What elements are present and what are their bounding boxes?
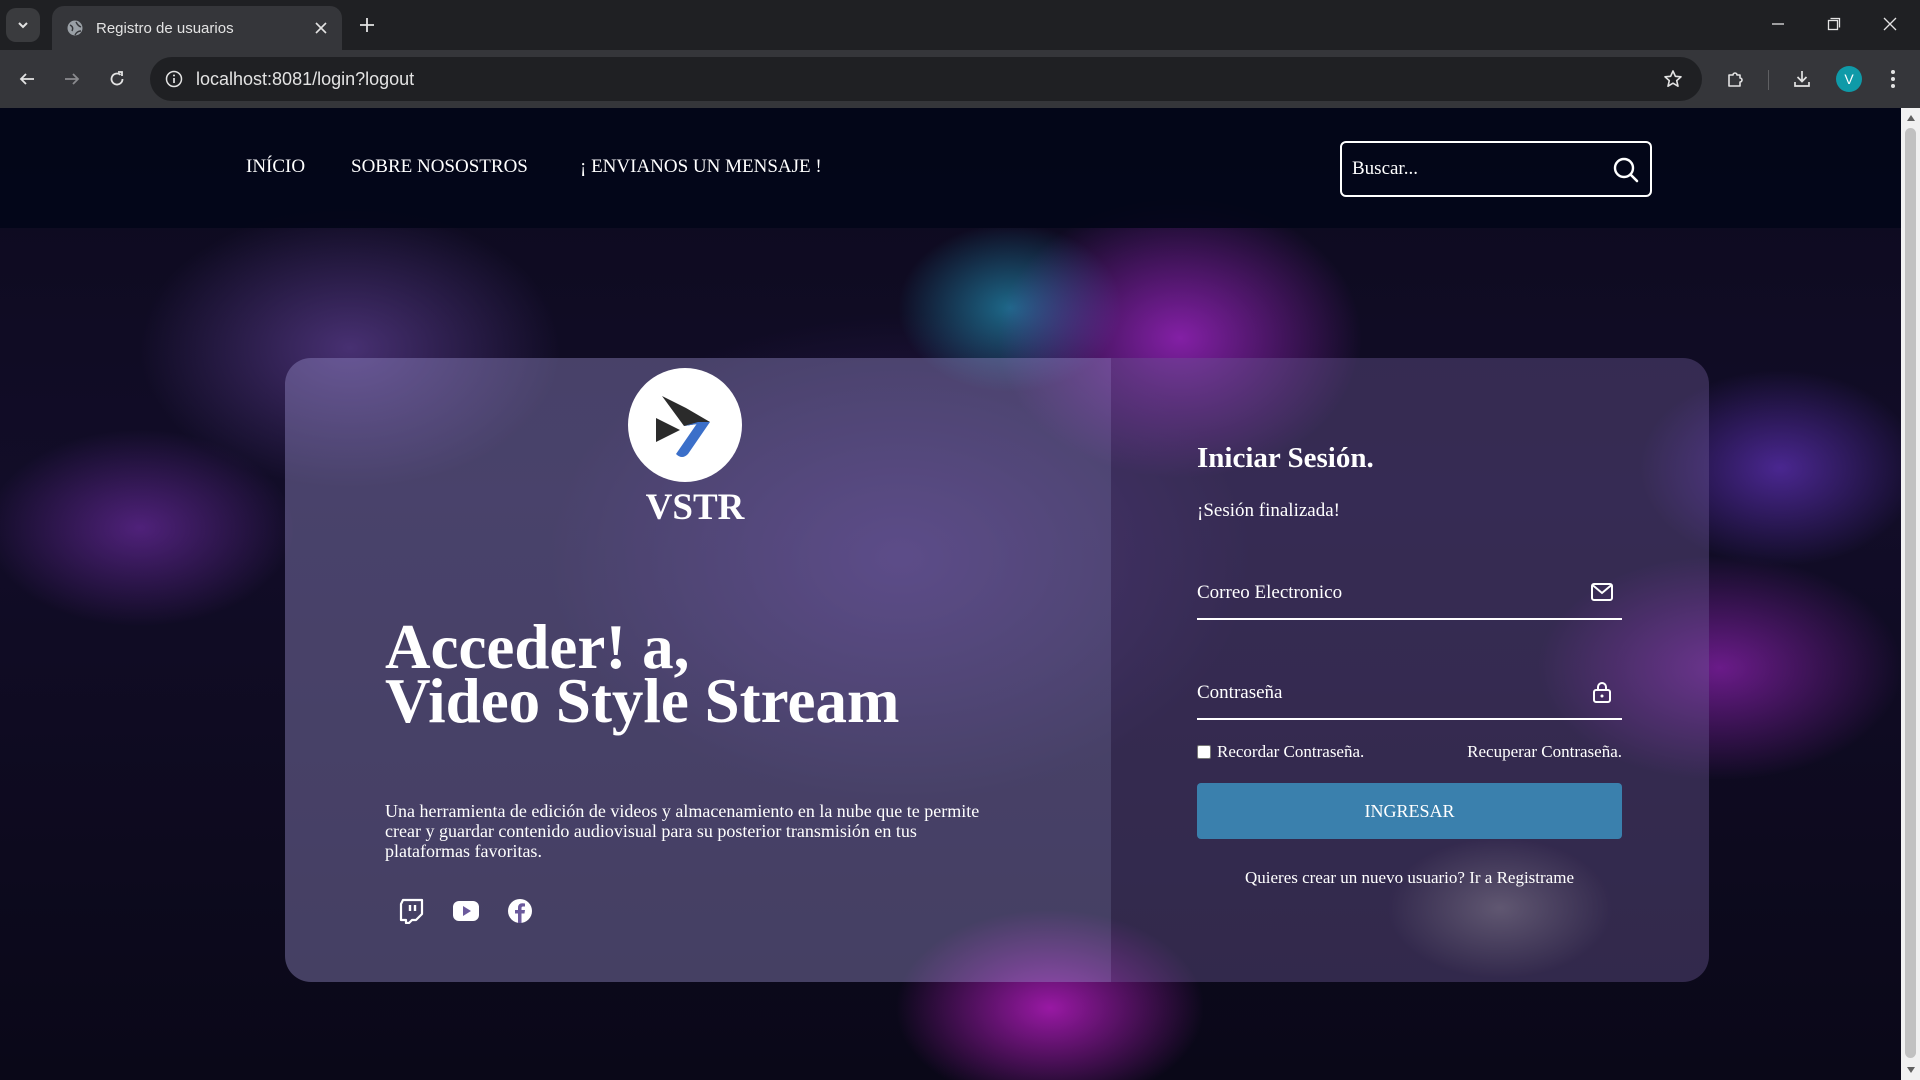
page-scrollbar[interactable]: [1901, 108, 1920, 1080]
arrow-right-icon: [65, 73, 80, 85]
browser-tab[interactable]: Registro de usuarios: [52, 6, 342, 50]
email-field: [1197, 568, 1622, 620]
toolbar-divider: [1768, 70, 1769, 90]
profile-avatar[interactable]: V: [1836, 66, 1862, 92]
twitch-icon: [399, 898, 424, 924]
brand-name: VSTR: [645, 487, 745, 528]
remember-me[interactable]: Recordar Contraseña.: [1197, 742, 1364, 762]
triangle-down-icon: [1906, 1067, 1915, 1073]
register-link[interactable]: Quieres crear un nuevo usuario? Ir a Reg…: [1197, 868, 1622, 888]
tab-title: Registro de usuarios: [96, 19, 234, 37]
forward-button[interactable]: [54, 61, 90, 97]
arrow-left-icon: [19, 73, 34, 85]
restore-button[interactable]: [1806, 0, 1862, 48]
restore-icon: [1827, 17, 1841, 31]
close-icon: [1883, 17, 1897, 31]
downloads-button[interactable]: [1784, 61, 1820, 97]
address-bar[interactable]: localhost:8081/login?logout: [150, 57, 1702, 101]
close-icon: [315, 22, 327, 34]
password-field: [1197, 668, 1622, 720]
search-input[interactable]: [1352, 153, 1602, 185]
hero-description: Una herramienta de edición de videos y a…: [385, 801, 980, 861]
twitch-link[interactable]: [397, 896, 427, 926]
triangle-up-icon: [1906, 115, 1915, 121]
puzzle-icon: [1728, 72, 1743, 87]
hero-panel: VSTR Acceder! a, Video Style Stream Una …: [285, 358, 1111, 982]
youtube-icon: [453, 901, 479, 921]
mail-icon: [1591, 583, 1613, 601]
remember-label: Recordar Contraseña.: [1217, 742, 1365, 761]
logo: [628, 368, 742, 482]
site-header: INÍCIO SOBRE NOSOSTROS ¡ ENVIANOS UN MEN…: [0, 108, 1901, 228]
chevron-down-icon: [18, 22, 28, 29]
url-text[interactable]: localhost:8081/login?logout: [196, 69, 414, 90]
logout-message: ¡Sesión finalizada!: [1197, 500, 1340, 521]
remember-checkbox[interactable]: [1197, 745, 1211, 759]
star-icon: [1664, 70, 1682, 87]
youtube-link[interactable]: [451, 896, 481, 926]
facebook-icon: [508, 899, 532, 923]
close-tab-button[interactable]: [306, 13, 336, 43]
search-box: [1340, 141, 1652, 197]
login-button[interactable]: INGRESAR: [1197, 783, 1622, 839]
more-vertical-icon: [1891, 70, 1895, 88]
forgot-password-link[interactable]: Recuperar Contraseña.: [1467, 742, 1622, 762]
play-logo-icon: [656, 396, 710, 457]
back-button[interactable]: [9, 61, 45, 97]
login-panel: Iniciar Sesión. ¡Sesión finalizada! Reco…: [1111, 358, 1709, 982]
info-icon: [165, 70, 183, 88]
login-title: Iniciar Sesión.: [1197, 442, 1374, 474]
tab-list-button[interactable]: [6, 8, 40, 42]
reload-button[interactable]: [99, 61, 135, 97]
download-icon: [1794, 71, 1810, 87]
new-tab-button[interactable]: [350, 8, 384, 42]
scroll-down-arrow[interactable]: [1905, 1064, 1916, 1076]
hero-title-line2: Video Style Stream: [385, 666, 900, 736]
scroll-up-arrow[interactable]: [1905, 112, 1916, 124]
plus-icon: [360, 18, 374, 32]
page-viewport: INÍCIO SOBRE NOSOSTROS ¡ ENVIANOS UN MEN…: [0, 108, 1901, 1080]
lock-icon: [1593, 682, 1611, 703]
menu-button[interactable]: [1875, 61, 1911, 97]
reload-icon: [110, 71, 124, 86]
close-window-button[interactable]: [1862, 0, 1918, 48]
scrollbar-thumb[interactable]: [1905, 128, 1916, 1058]
nav-sobre-nosotros[interactable]: SOBRE NOSOSTROS: [351, 156, 528, 178]
nav-inicio[interactable]: INÍCIO: [246, 156, 305, 178]
extensions-button[interactable]: [1718, 61, 1754, 97]
nav-enviar-mensaje[interactable]: ¡ ENVIANOS UN MENSAJE !: [580, 156, 822, 178]
hero-title: Acceder! a, Video Style Stream: [385, 616, 900, 736]
browser-tabstrip: Registro de usuarios: [0, 0, 1920, 50]
globe-icon: [66, 19, 84, 37]
search-icon[interactable]: [1612, 156, 1640, 184]
minimize-icon: [1772, 23, 1784, 25]
bookmark-button[interactable]: [1658, 64, 1688, 94]
browser-toolbar: localhost:8081/login?logout: [0, 50, 1920, 108]
facebook-link[interactable]: [505, 896, 535, 926]
password-input[interactable]: [1197, 678, 1577, 708]
site-info-button[interactable]: [158, 63, 190, 95]
login-card: VSTR Acceder! a, Video Style Stream Una …: [285, 358, 1709, 982]
minimize-button[interactable]: [1750, 0, 1806, 48]
email-input[interactable]: [1197, 578, 1577, 608]
